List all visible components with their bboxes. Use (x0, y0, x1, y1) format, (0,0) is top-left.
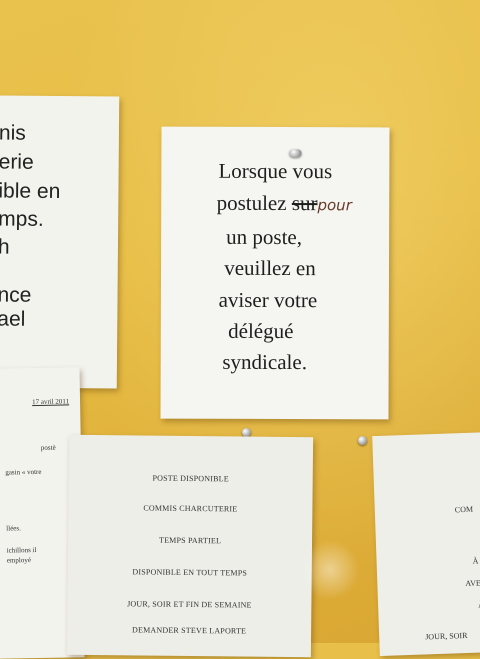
note-line-5: aviser votre (218, 287, 318, 313)
left-sheet-line: h (0, 235, 10, 259)
posting-line: COMMIS CHARCUTERIE (143, 503, 238, 514)
bl-line: gasin « votre (5, 467, 42, 477)
bl-line: llées. (6, 524, 21, 533)
bl-line: ichillons il (6, 546, 37, 555)
posting-line: TEMPS PARTIEL (158, 535, 222, 546)
left-sheet-line: nis (0, 121, 26, 145)
posting-line: DISPONIBLE EN TOUT TEMPS (132, 567, 248, 578)
job-posting-sheet: POSTE DISPONIBLE COMMIS CHARCUTERIE TEMP… (66, 434, 314, 658)
bl-line: postè (40, 443, 56, 452)
br-line: AVE (465, 578, 480, 588)
left-sheet-line: erie (0, 150, 34, 174)
note-word-syndicale: syndicale (222, 349, 302, 375)
note-word-crossed-out: sur (291, 191, 318, 216)
note-line-3: un poste, (226, 224, 303, 250)
note-line-6: délégué (228, 318, 294, 344)
bl-line: 17 avril 2011 (31, 397, 70, 407)
bl-line: employé (6, 556, 32, 565)
note-line-2: postulez surpour (179, 190, 389, 216)
handwritten-correction: pour (317, 196, 352, 215)
pin-icon (358, 436, 367, 445)
left-sheet-line: ael (0, 307, 26, 331)
br-line: JOUR, SOIR (425, 630, 468, 642)
note-line-1: Lorsque vous (218, 158, 333, 184)
union-delegate-notice: Lorsque vous postulez surpour un poste, … (160, 126, 390, 420)
posting-line: JOUR, SOIR ET FIN DE SEMAINE (127, 599, 252, 610)
note-word-postulez: postulez (216, 190, 287, 216)
light-reflection (300, 540, 360, 600)
bottom-right-notice-sheet: COM À AVE À JOUR, SOIR (372, 431, 480, 657)
left-sheet-line: ible en (0, 179, 61, 204)
br-line: À (472, 556, 479, 566)
note-line-7: syndicale. (160, 349, 388, 375)
posting-line: DEMANDER STEVE LAPORTE (131, 625, 247, 636)
note-period: . (301, 350, 308, 375)
left-sheet-line: mps. (0, 207, 44, 231)
note-line-4: veuillez en (224, 255, 316, 281)
br-line: COM (454, 504, 474, 515)
posting-line: POSTE DISPONIBLE (152, 473, 229, 484)
left-notice-sheet: nis erie ible en mps. h nce ael (0, 95, 120, 389)
left-sheet-line: nce (0, 283, 32, 307)
pin-icon (289, 149, 302, 158)
